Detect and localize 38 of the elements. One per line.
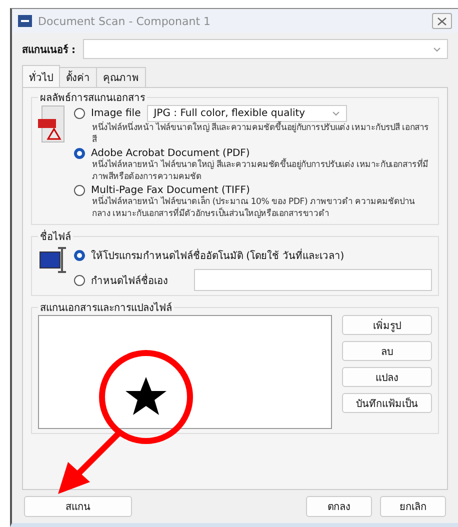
option-description: หนึ่งไฟล์หลายหน้า ไฟล์ขนาดเล็ก (ประมาณ 10% ของ PDF) ภาพขาวดำ ความคมชัดปานกลาง เหมาะกับเอกสารที่มีตัวอักษรเป็นส่วนใหญ่หรือเอกสารขาวดำ [91, 196, 416, 220]
option-label: Multi-Page Fax Document (TIFF) [91, 185, 250, 196]
window-title: Document Scan - Componant 1 [38, 14, 212, 28]
option-label: Image file [91, 108, 141, 119]
close-button[interactable] [432, 13, 452, 29]
action-button[interactable]: เพิ่มรูป [342, 315, 432, 335]
rename-icon [38, 244, 68, 276]
action-button[interactable]: บันทึกแฟ้มเป็น [342, 393, 432, 413]
tab[interactable]: คุณภาพ [96, 67, 146, 87]
radio-button[interactable] [74, 274, 85, 286]
option-label: กำหนดไฟล์ชื่อเอง [91, 272, 168, 288]
radio-button[interactable] [74, 148, 85, 159]
filename-field[interactable] [194, 269, 432, 291]
option-description: หนึ่งไฟล์หนึ่งหน้า ไฟล์ขนาดใหญ่ สีและความคมชัดขึ้นอยู่กับการปรับแต่ง เหมาะกับรปสี เอกสารสี [91, 122, 430, 146]
radio-button[interactable] [74, 185, 85, 196]
option-description: หนึ่งไฟล์หลายหน้า ไฟล์ขนาดใหญ่ สีและความคมชัดขึ้นอยู่กับการปรับแต่ง เหมาะกับเอกสารที่มีภาพสีหรือต้องการความคมชัด [91, 159, 430, 183]
tab[interactable]: ทั่วไป [22, 65, 60, 87]
scanner-label: สแกนเนอร์ : [22, 43, 76, 56]
scan-button[interactable]: สแกน [24, 496, 132, 517]
callout-arrow [58, 430, 122, 494]
radio-button[interactable] [74, 108, 85, 119]
chevron-down-icon [332, 111, 340, 116]
star-icon [126, 377, 166, 415]
group-title: ชื่อไฟล์ [38, 229, 73, 244]
dialog-button[interactable]: ยกเลิก [380, 496, 446, 517]
chevron-down-icon [433, 46, 441, 52]
group-title: สแกนเอกสารและการแปลงไฟล์ [39, 301, 173, 315]
app-icon [18, 15, 32, 27]
action-button[interactable]: แปลง [342, 367, 432, 387]
dialog-button[interactable]: ตกลง [306, 496, 372, 517]
radio-button[interactable] [74, 250, 85, 261]
option-label: ให้โปรแกรมกำหนดไฟล์ชื่ออัตโนมัติ (โดยใช้ วันที่และเวลา) [91, 248, 344, 263]
document-list[interactable] [38, 315, 332, 429]
close-icon [437, 16, 447, 26]
group-title: ผลลัพธ์การสแกนเอกสาร [39, 91, 146, 105]
option-label: Adobe Acrobat Document (PDF) [91, 148, 250, 159]
format-dropdown[interactable]: JPG : Full color, flexible quality [146, 105, 347, 122]
action-button[interactable]: ลบ [342, 341, 432, 361]
